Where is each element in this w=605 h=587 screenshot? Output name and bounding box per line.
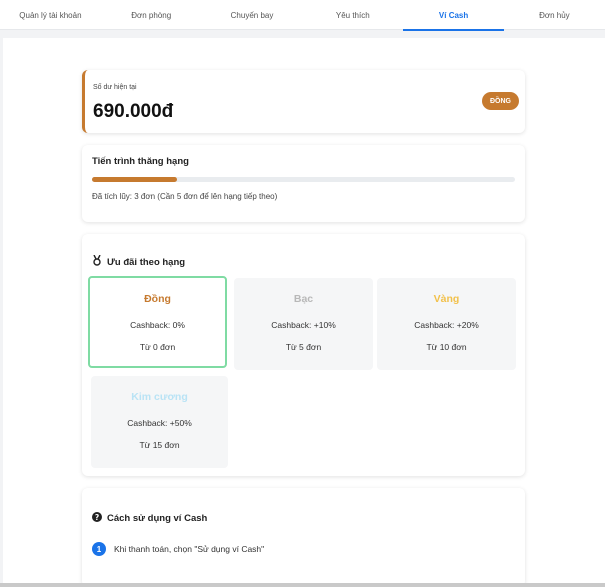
- svg-text:?: ?: [95, 513, 99, 522]
- progress-fill: [92, 177, 177, 182]
- tier-cashback: Cashback: 0%: [130, 320, 185, 330]
- tab-label: Quản lý tài khoản: [19, 10, 82, 20]
- how-to-use-card: ? Cách sử dụng ví Cash 1 Khi thanh toán,…: [82, 488, 525, 587]
- tier-card-diamond[interactable]: Kim cương Cashback: +50% Từ 15 đơn: [91, 376, 228, 468]
- tab-cancelled-orders[interactable]: Đơn hủy: [504, 0, 605, 30]
- tier-requirement: Từ 5 đơn: [285, 342, 322, 352]
- how-to-step: 1 Khi thanh toán, chọn "Sử dụng ví Cash": [92, 542, 264, 556]
- tier-card-gold[interactable]: Vàng Cashback: +20% Từ 10 đơn: [377, 278, 516, 370]
- question-circle-icon: ?: [92, 512, 102, 525]
- progress-title: Tiến trình thăng hạng: [92, 156, 189, 167]
- horizontal-scrollbar[interactable]: [0, 583, 605, 587]
- how-to-title: Cách sử dụng ví Cash: [107, 513, 208, 524]
- tier-benefits-header: Ưu đãi theo hạng: [92, 254, 186, 269]
- tab-label: Yêu thích: [335, 10, 370, 20]
- tier-requirement: Từ 15 đơn: [139, 440, 180, 450]
- tab-flights[interactable]: Chuyến bay: [202, 0, 303, 30]
- tier-name: Kim cương: [131, 391, 188, 403]
- tier-cashback: Cashback: +20%: [414, 320, 479, 330]
- tab-account-management[interactable]: Quản lý tài khoản: [0, 0, 101, 30]
- tab-label: Chuyến bay: [230, 10, 274, 20]
- tier-requirement: Từ 10 đơn: [426, 342, 467, 352]
- step-text: Khi thanh toán, chọn "Sử dụng ví Cash": [114, 544, 265, 554]
- progress-track: [92, 177, 515, 182]
- tier-cashback: Cashback: +10%: [271, 320, 336, 330]
- tier-card-silver[interactable]: Bạc Cashback: +10% Từ 5 đơn: [234, 278, 373, 370]
- tier-requirement: Từ 0 đơn: [139, 342, 176, 352]
- balance-label: Số dư hiện tại: [93, 84, 137, 91]
- tier-name: Bạc: [293, 293, 314, 305]
- step-number: 1: [92, 542, 106, 556]
- medal-icon: [92, 254, 102, 269]
- account-tabs: Quản lý tài khoản Đơn phòng Chuyến bay Y…: [0, 0, 605, 31]
- tier-name: Đồng: [144, 293, 171, 305]
- tab-label: Đơn phòng: [131, 10, 172, 20]
- tab-label: Ví Cash: [438, 10, 469, 20]
- balance-amount: 690.000đ: [93, 101, 174, 122]
- tier-card-bronze[interactable]: Đồng Cashback: 0% Từ 0 đơn: [88, 276, 227, 368]
- tab-cash-wallet[interactable]: Ví Cash: [403, 0, 504, 31]
- tier-name: Vàng: [433, 293, 460, 305]
- progress-note: Đã tích lũy: 3 đơn (Cần 5 đơn để lên hạn…: [92, 192, 278, 201]
- rank-badge: ĐỒNG: [482, 92, 519, 110]
- tier-cashback: Cashback: +50%: [127, 418, 192, 428]
- how-to-header: ? Cách sử dụng ví Cash: [92, 512, 207, 525]
- tab-favorites[interactable]: Yêu thích: [302, 0, 403, 30]
- balance-card: Số dư hiện tại 690.000đ ĐỒNG: [82, 70, 525, 133]
- tab-label: Đơn hủy: [539, 10, 570, 20]
- tier-benefits-title: Ưu đãi theo hạng: [107, 256, 186, 268]
- rank-progress-card: Tiến trình thăng hạng Đã tích lũy: 3 đơn…: [82, 145, 525, 222]
- tab-room-bookings[interactable]: Đơn phòng: [101, 0, 202, 30]
- tier-benefits-card: Ưu đãi theo hạng Đồng Cashback: 0% Từ 0 …: [82, 234, 525, 476]
